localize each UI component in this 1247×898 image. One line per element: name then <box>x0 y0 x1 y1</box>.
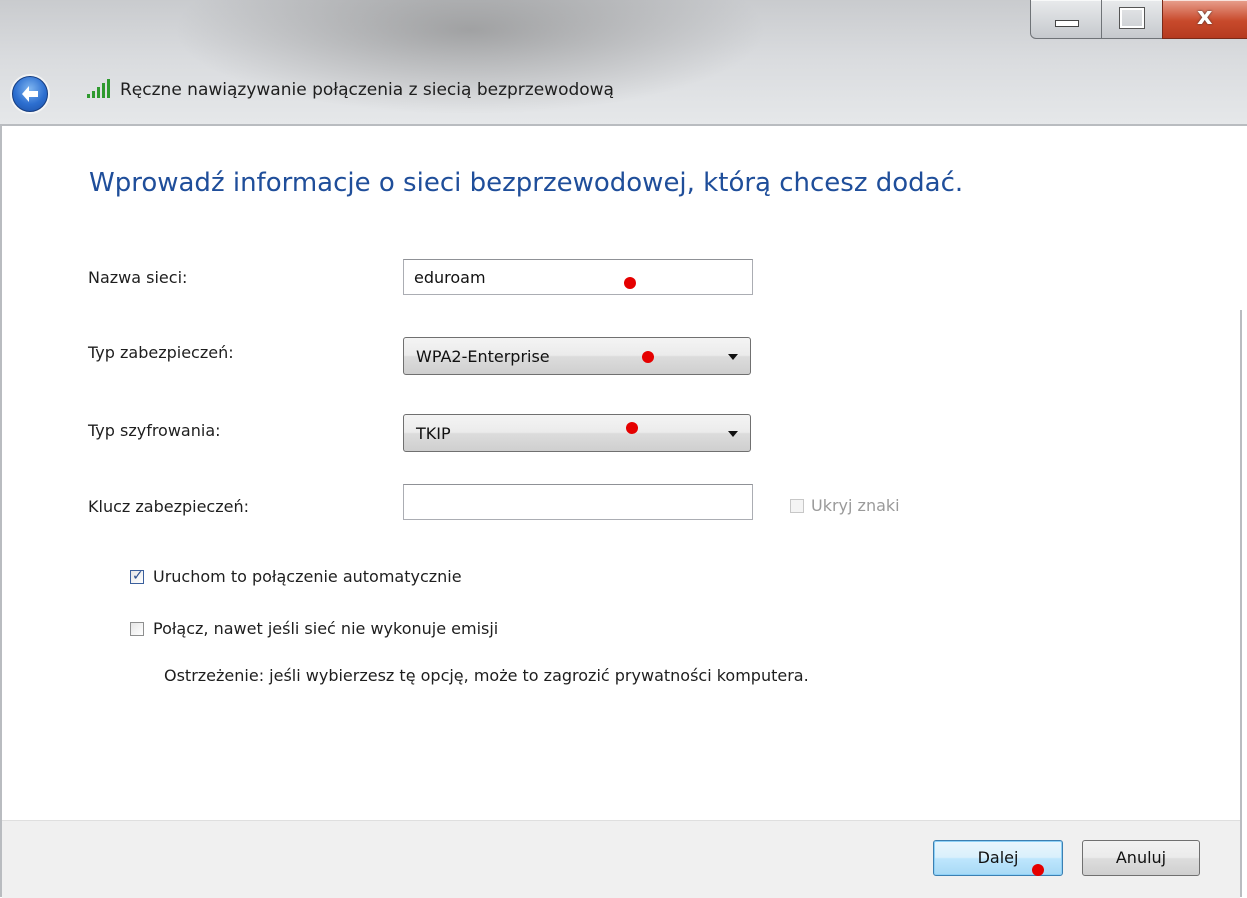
security-type-select[interactable]: WPA2-Enterprise <box>403 337 751 375</box>
checkmark-icon: ✓ <box>132 568 144 584</box>
encryption-type-select[interactable]: TKIP <box>403 414 751 452</box>
encryption-type-label: Typ szyfrowania: <box>88 421 221 440</box>
caption-buttons: x <box>1022 0 1247 42</box>
privacy-warning: Ostrzeżenie: jeśli wybierzesz tę opcję, … <box>164 666 809 685</box>
auto-connect-checkbox[interactable]: ✓ <box>130 568 144 584</box>
connect-hidden-checkbox[interactable] <box>130 622 144 636</box>
annotation-dot <box>1032 864 1044 876</box>
cancel-button[interactable]: Anuluj <box>1082 840 1200 876</box>
hide-characters-checkbox[interactable] <box>790 499 804 513</box>
next-button-label: Dalej <box>977 848 1019 867</box>
arrow-left-icon <box>22 86 38 102</box>
encryption-type-value: TKIP <box>416 424 451 443</box>
security-type-label: Typ zabezpieczeń: <box>88 343 234 362</box>
back-button[interactable] <box>12 76 48 112</box>
maximize-button[interactable] <box>1101 0 1163 39</box>
annotation-dot <box>642 351 654 363</box>
connect-hidden-label: Połącz, nawet jeśli sieć nie wykonuje em… <box>153 619 499 638</box>
annotation-dot <box>626 422 638 434</box>
hide-characters-label: Ukryj znaki <box>811 496 900 515</box>
close-icon: x <box>1197 2 1213 30</box>
network-name-value: eduroam <box>414 268 486 287</box>
window-title: Ręczne nawiązywanie połączenia z siecią … <box>120 80 614 100</box>
page-heading: Wprowadź informacje o sieci bezprzewodow… <box>89 168 964 198</box>
maximize-icon <box>1119 7 1145 29</box>
minimize-button[interactable] <box>1030 0 1102 39</box>
chevron-down-icon <box>728 354 738 360</box>
wireless-signal-icon <box>87 79 110 98</box>
minimize-icon <box>1055 20 1079 27</box>
annotation-dot <box>624 277 636 289</box>
security-key-label: Klucz zabezpieczeń: <box>88 497 249 516</box>
security-key-input[interactable] <box>403 484 753 520</box>
security-type-value: WPA2-Enterprise <box>416 347 550 366</box>
close-button[interactable]: x <box>1162 0 1247 39</box>
network-name-label: Nazwa sieci: <box>88 268 188 287</box>
window-border-right <box>1240 310 1242 897</box>
auto-connect-label: Uruchom to połączenie automatycznie <box>153 567 462 586</box>
window-border-left <box>0 126 2 897</box>
cancel-button-label: Anuluj <box>1115 848 1167 867</box>
network-name-input[interactable]: eduroam <box>403 259 753 295</box>
chevron-down-icon <box>728 431 738 437</box>
